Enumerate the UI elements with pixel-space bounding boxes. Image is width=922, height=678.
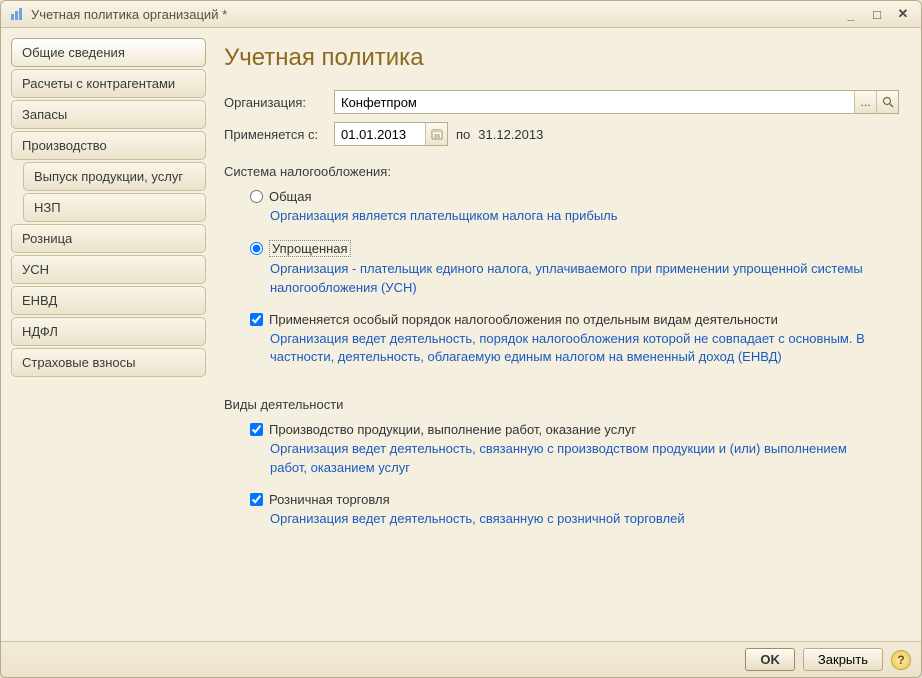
tax-general-radio[interactable] — [250, 190, 263, 203]
calendar-button[interactable] — [425, 123, 447, 145]
date-row: Применяется с: по 31.12.2013 — [224, 122, 899, 146]
window-title: Учетная политика организаций * — [31, 7, 841, 22]
activity-production-block: Производство продукции, выполнение работ… — [250, 422, 899, 478]
po-label: по — [456, 127, 470, 142]
sidebar-item-label: ЕНВД — [22, 293, 57, 308]
org-select-button[interactable]: ... — [854, 91, 876, 113]
tax-special-hint: Организация ведет деятельность, порядок … — [270, 330, 870, 368]
close-button[interactable]: Закрыть — [803, 648, 883, 671]
activity-production-hint: Организация ведет деятельность, связанну… — [270, 440, 870, 478]
org-input[interactable] — [335, 91, 854, 113]
minimize-button[interactable]: _ — [841, 5, 861, 23]
sidebar-item-ndfl[interactable]: НДФЛ — [11, 317, 206, 346]
sidebar-item-label: Выпуск продукции, услуг — [34, 169, 183, 184]
tax-special-block: Применяется особый порядок налогообложен… — [250, 312, 899, 368]
tax-special-checkbox[interactable] — [250, 313, 263, 326]
sidebar-item-wip[interactable]: НЗП — [23, 193, 206, 222]
sidebar-item-output[interactable]: Выпуск продукции, услуг — [23, 162, 206, 191]
body: Общие сведения Расчеты с контрагентами З… — [1, 28, 921, 641]
tax-simplified-radio[interactable] — [250, 242, 263, 255]
org-search-button[interactable] — [876, 91, 898, 113]
tax-section-label: Система налогообложения: — [224, 164, 899, 179]
activity-production-label[interactable]: Производство продукции, выполнение работ… — [269, 422, 636, 437]
date-input-wrap — [334, 122, 448, 146]
content: Учетная политика Организация: ... Примен… — [206, 38, 911, 633]
org-input-wrap: ... — [334, 90, 899, 114]
activity-retail-hint: Организация ведет деятельность, связанну… — [270, 510, 870, 529]
date-from-input[interactable] — [335, 123, 425, 145]
sidebar-item-envd[interactable]: ЕНВД — [11, 286, 206, 315]
activities-section-label: Виды деятельности — [224, 397, 899, 412]
tax-simplified-hint: Организация - плательщик единого налога,… — [270, 260, 870, 298]
tax-general-radio-line: Общая — [250, 189, 899, 204]
activity-production-line: Производство продукции, выполнение работ… — [250, 422, 899, 437]
activity-retail-line: Розничная торговля — [250, 492, 899, 507]
app-icon — [9, 6, 25, 22]
sidebar-item-general[interactable]: Общие сведения — [11, 38, 206, 67]
ok-button[interactable]: OK — [745, 648, 795, 671]
sidebar-item-settlements[interactable]: Расчеты с контрагентами — [11, 69, 206, 98]
tax-simplified-label[interactable]: Упрощенная — [269, 240, 351, 257]
org-row: Организация: ... — [224, 90, 899, 114]
window-controls: _ □ ✕ — [841, 5, 913, 23]
titlebar: Учетная политика организаций * _ □ ✕ — [1, 1, 921, 28]
sidebar-item-inventory[interactable]: Запасы — [11, 100, 206, 129]
activity-retail-label[interactable]: Розничная торговля — [269, 492, 390, 507]
sidebar-item-label: НДФЛ — [22, 324, 58, 339]
sidebar-item-insurance[interactable]: Страховые взносы — [11, 348, 206, 377]
sidebar-item-label: Страховые взносы — [22, 355, 135, 370]
tax-general-label[interactable]: Общая — [269, 189, 312, 204]
footer: OK Закрыть ? — [1, 641, 921, 677]
sidebar-item-label: Запасы — [22, 107, 67, 122]
tax-general-block: Общая Организация является плательщиком … — [250, 189, 899, 226]
sidebar-item-label: УСН — [22, 262, 49, 277]
date-to-value: 31.12.2013 — [478, 127, 543, 142]
tax-special-check-line: Применяется особый порядок налогообложен… — [250, 312, 899, 327]
sidebar: Общие сведения Расчеты с контрагентами З… — [11, 38, 206, 633]
sidebar-item-label: Розница — [22, 231, 72, 246]
maximize-button[interactable]: □ — [867, 5, 887, 23]
activity-production-checkbox[interactable] — [250, 423, 263, 436]
date-label: Применяется с: — [224, 127, 334, 142]
tax-general-hint: Организация является плательщиком налога… — [270, 207, 870, 226]
window: Учетная политика организаций * _ □ ✕ Общ… — [0, 0, 922, 678]
activity-retail-block: Розничная торговля Организация ведет дея… — [250, 492, 899, 529]
activity-retail-checkbox[interactable] — [250, 493, 263, 506]
tax-simplified-block: Упрощенная Организация - плательщик един… — [250, 240, 899, 298]
sidebar-item-label: Производство — [22, 138, 107, 153]
sidebar-item-usn[interactable]: УСН — [11, 255, 206, 284]
tax-special-label[interactable]: Применяется особый порядок налогообложен… — [269, 312, 778, 327]
page-title: Учетная политика — [224, 44, 899, 72]
sidebar-item-label: НЗП — [34, 200, 61, 215]
sidebar-item-label: Общие сведения — [22, 45, 125, 60]
sidebar-item-label: Расчеты с контрагентами — [22, 76, 175, 91]
tax-simplified-radio-line: Упрощенная — [250, 240, 899, 257]
sidebar-item-retail[interactable]: Розница — [11, 224, 206, 253]
sidebar-item-production[interactable]: Производство — [11, 131, 206, 160]
help-button[interactable]: ? — [891, 650, 911, 670]
close-window-button[interactable]: ✕ — [893, 5, 913, 23]
org-label: Организация: — [224, 95, 334, 110]
